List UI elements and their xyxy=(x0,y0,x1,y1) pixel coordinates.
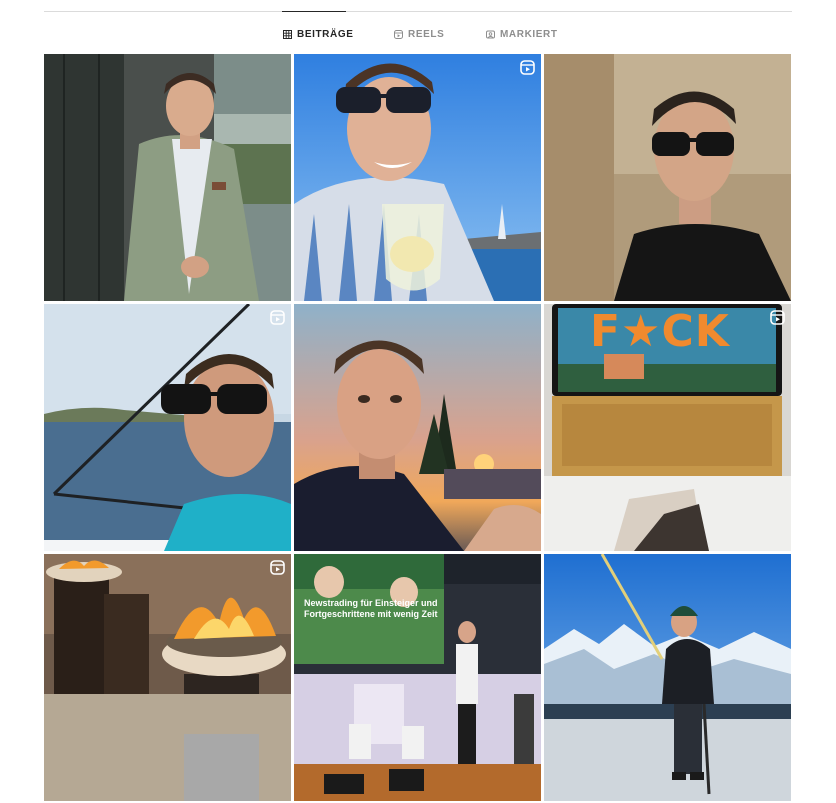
grid-icon xyxy=(283,29,292,39)
tab-tagged-label: MARKIERT xyxy=(500,28,558,40)
post-tile-7[interactable] xyxy=(44,554,291,801)
tab-posts[interactable]: BEITRÄGE xyxy=(283,23,353,45)
reel-badge-icon xyxy=(520,60,535,75)
reels-icon xyxy=(394,29,403,39)
post-tile-5[interactable] xyxy=(294,304,541,551)
profile-tabs: BEITRÄGE REELS MARKIERT xyxy=(0,23,836,45)
post-image-8 xyxy=(294,554,541,801)
post-image-9 xyxy=(544,554,791,801)
tab-tagged[interactable]: MARKIERT xyxy=(486,23,558,45)
post-tile-8[interactable]: Newstrading für Einsteiger und Fortgesch… xyxy=(294,554,541,801)
active-tab-indicator xyxy=(282,11,346,12)
profile-divider xyxy=(44,11,792,12)
reel-badge-icon xyxy=(270,310,285,325)
presentation-slide-text: Newstrading für Einsteiger und Fortgesch… xyxy=(304,598,438,619)
reel-badge-icon xyxy=(270,560,285,575)
tab-reels-label: REELS xyxy=(408,28,445,40)
post-tile-2[interactable] xyxy=(294,54,541,301)
screen-title: F★CK xyxy=(590,306,730,357)
tagged-icon xyxy=(486,30,495,38)
post-image-5 xyxy=(294,304,541,551)
tab-reels[interactable]: REELS xyxy=(394,23,444,45)
post-tile-1[interactable] xyxy=(44,54,291,301)
post-image-7 xyxy=(44,554,291,801)
reel-badge-icon xyxy=(770,310,785,325)
posts-grid: F★CK Newstrading für Einsteiger und Fort… xyxy=(44,54,792,803)
post-image-1 xyxy=(44,54,291,301)
tab-posts-label: BEITRÄGE xyxy=(297,28,354,40)
post-tile-9[interactable] xyxy=(544,554,791,801)
post-image-4 xyxy=(44,304,291,551)
post-tile-6[interactable]: F★CK xyxy=(544,304,791,551)
post-image-2 xyxy=(294,54,541,301)
post-tile-4[interactable] xyxy=(44,304,291,551)
post-image-3 xyxy=(544,54,791,301)
post-tile-3[interactable] xyxy=(544,54,791,301)
